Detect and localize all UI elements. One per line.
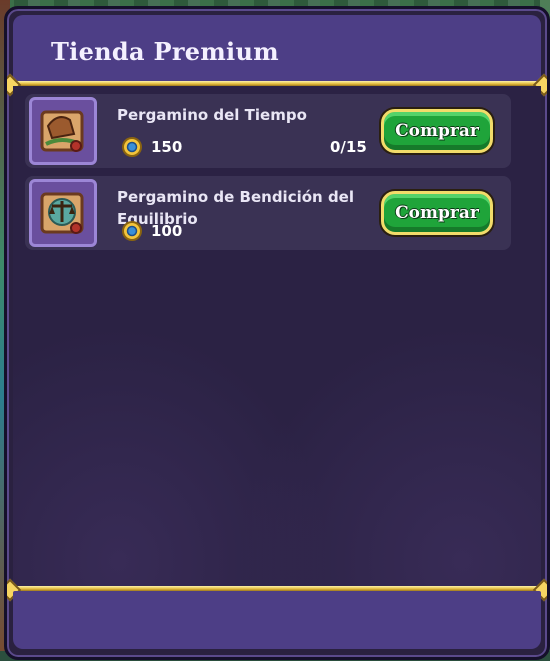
item-list[interactable]: Pergamino del Tiempo 150 0/15 Comprar Pe… — [13, 86, 541, 586]
coin-icon — [122, 221, 142, 241]
shop-item: Pergamino del Tiempo 150 0/15 Comprar — [25, 94, 511, 168]
item-price: 150 — [121, 136, 182, 158]
time-scroll-icon — [29, 97, 97, 165]
stock-counter: 0/15 — [330, 138, 367, 156]
item-price: 100 — [121, 220, 182, 242]
shop-header: Tienda Premium — [13, 15, 541, 81]
buy-button[interactable]: Comprar — [381, 191, 493, 235]
shop-footer — [13, 591, 541, 649]
buy-button[interactable]: Comprar — [381, 109, 493, 153]
shop-title: Tienda Premium — [51, 37, 279, 66]
premium-shop-panel: Tienda Premium Pergamino del Tiempo 150 … — [4, 6, 550, 660]
shop-item: Pergamino de Bendición del Equilibrio 10… — [25, 176, 511, 250]
balance-scroll-icon — [29, 179, 97, 247]
price-value: 100 — [151, 222, 183, 240]
item-name: Pergamino del Tiempo — [117, 106, 307, 124]
buy-button-label: Comprar — [395, 121, 479, 141]
price-value: 150 — [151, 138, 183, 156]
buy-button-label: Comprar — [395, 203, 479, 223]
coin-icon — [122, 137, 142, 157]
